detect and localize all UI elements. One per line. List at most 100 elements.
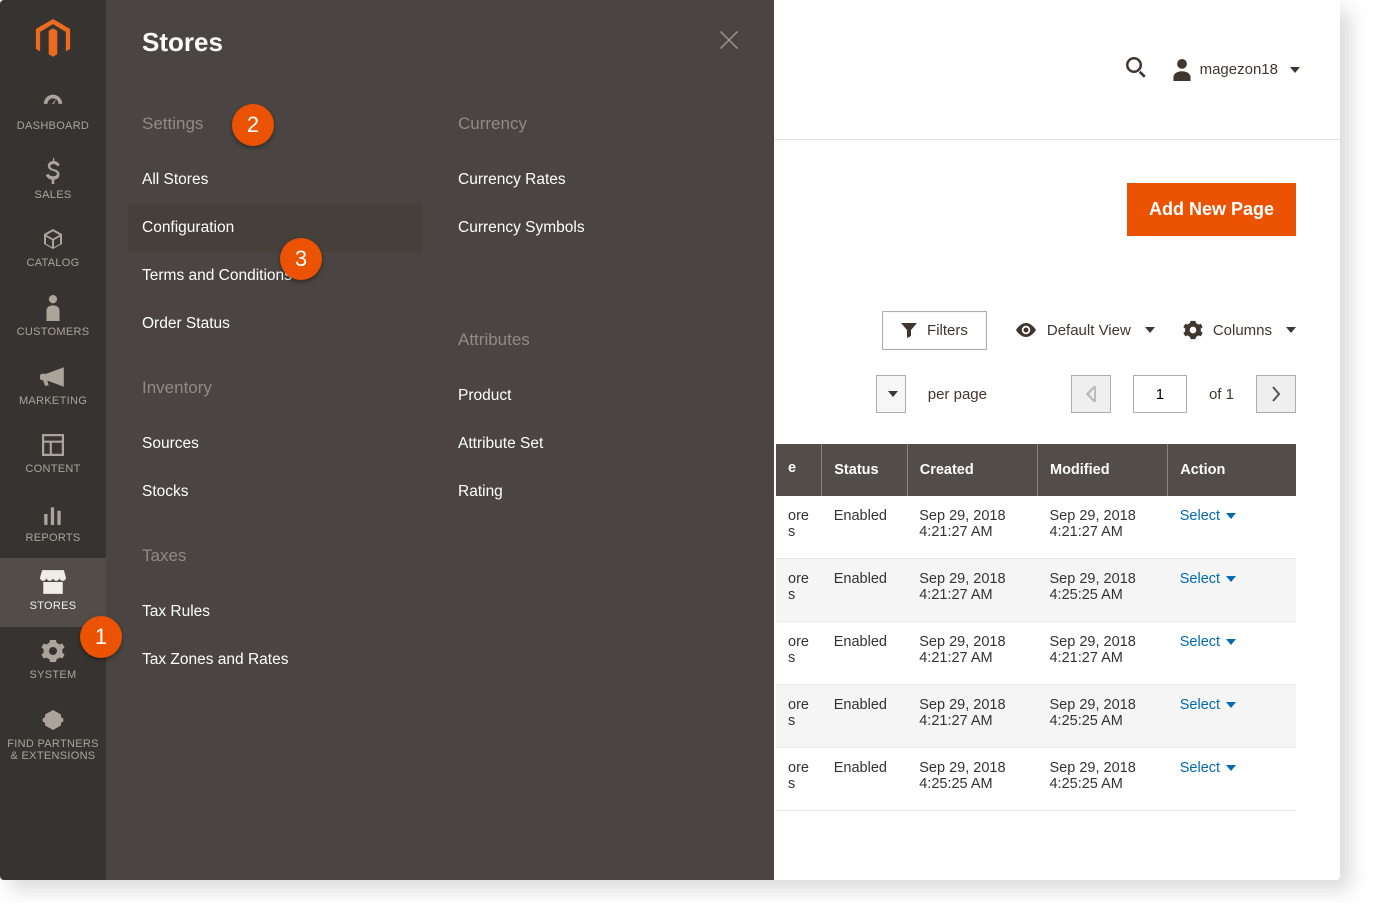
chevron-left-icon <box>1086 386 1096 402</box>
per-page-label: per page <box>928 386 987 403</box>
pager-prev[interactable] <box>1071 375 1111 413</box>
nav-content[interactable]: CONTENT <box>0 421 106 490</box>
columns-control[interactable]: Columns <box>1183 320 1296 340</box>
cell-action: Select <box>1168 622 1296 685</box>
cell-modified: Sep 29, 20184:21:27 AM <box>1037 496 1167 559</box>
cell-modified: Sep 29, 20184:25:25 AM <box>1037 559 1167 622</box>
default-view-control[interactable]: Default View <box>1015 322 1155 339</box>
nav-sales[interactable]: SALES <box>0 147 106 216</box>
magento-logo[interactable] <box>0 0 106 78</box>
nav-marketing[interactable]: MARKETING <box>0 353 106 422</box>
link-attribute-set[interactable]: Attribute Set <box>458 420 738 468</box>
close-icon[interactable] <box>720 29 738 55</box>
flyout-col-1: Settings All Stores Configuration Terms … <box>142 84 422 684</box>
select-action[interactable]: Select <box>1180 634 1236 650</box>
chevron-down-icon <box>888 391 898 397</box>
link-configuration[interactable]: Configuration <box>128 204 422 252</box>
chevron-down-icon <box>1226 576 1236 582</box>
funnel-icon <box>901 322 917 338</box>
annotation-1: 1 <box>80 616 122 658</box>
col-created[interactable]: Created <box>907 444 1037 496</box>
table-row[interactable]: oresEnabledSep 29, 20184:21:27 AMSep 29,… <box>776 622 1296 685</box>
nav-label: CATALOG <box>4 257 102 270</box>
cell-store: ores <box>776 622 822 685</box>
chevron-down-icon <box>1145 327 1155 333</box>
nav-label: SYSTEM <box>4 669 102 682</box>
cell-modified: Sep 29, 20184:21:27 AM <box>1037 622 1167 685</box>
cell-store: ores <box>776 685 822 748</box>
search-icon[interactable] <box>1124 55 1148 84</box>
pager-of-label: of 1 <box>1209 386 1234 403</box>
col-status[interactable]: Status <box>822 444 907 496</box>
link-product[interactable]: Product <box>458 372 738 420</box>
per-page-select[interactable] <box>876 375 906 413</box>
megaphone-icon <box>4 363 102 391</box>
pager-page-input[interactable] <box>1133 375 1187 413</box>
group-taxes: Taxes <box>142 546 422 566</box>
nav-stores[interactable]: STORES <box>0 558 106 627</box>
dashboard-icon <box>4 88 102 116</box>
cell-store: ores <box>776 559 822 622</box>
admin-sidebar: DASHBOARD SALES CATALOG CUSTOMERS MARKET… <box>0 0 106 880</box>
eye-icon <box>1015 322 1037 338</box>
select-action[interactable]: Select <box>1180 760 1236 776</box>
default-view-label: Default View <box>1047 322 1131 339</box>
link-sources[interactable]: Sources <box>142 420 422 468</box>
nav-customers[interactable]: CUSTOMERS <box>0 284 106 353</box>
col-action[interactable]: Action <box>1168 444 1296 496</box>
pager-next[interactable] <box>1256 375 1296 413</box>
filters-label: Filters <box>927 322 968 339</box>
user-menu[interactable]: magezon18 <box>1172 59 1300 81</box>
table-row[interactable]: oresEnabledSep 29, 20184:21:27 AMSep 29,… <box>776 496 1296 559</box>
box-icon <box>4 225 102 253</box>
link-currency-symbols[interactable]: Currency Symbols <box>458 204 738 252</box>
col-store-view[interactable]: e <box>776 444 822 496</box>
filters-button[interactable]: Filters <box>882 311 987 350</box>
link-tax-zones[interactable]: Tax Zones and Rates <box>142 636 422 684</box>
gear-icon <box>1183 320 1203 340</box>
nav-label: FIND PARTNERS & EXTENSIONS <box>4 738 102 763</box>
chevron-right-icon <box>1271 386 1281 402</box>
cell-store: ores <box>776 748 822 811</box>
dollar-icon <box>4 157 102 185</box>
nav-label: DASHBOARD <box>4 120 102 133</box>
person-icon <box>4 294 102 322</box>
link-currency-rates[interactable]: Currency Rates <box>458 156 738 204</box>
cell-action: Select <box>1168 496 1296 559</box>
chevron-down-icon <box>1226 765 1236 771</box>
bar-chart-icon <box>4 500 102 528</box>
link-order-status[interactable]: Order Status <box>142 300 422 348</box>
cell-action: Select <box>1168 685 1296 748</box>
link-stocks[interactable]: Stocks <box>142 468 422 516</box>
table-row[interactable]: oresEnabledSep 29, 20184:21:27 AMSep 29,… <box>776 559 1296 622</box>
nav-label: CONTENT <box>4 463 102 476</box>
link-all-stores[interactable]: All Stores <box>142 156 422 204</box>
cell-status: Enabled <box>822 622 907 685</box>
table-row[interactable]: oresEnabledSep 29, 20184:21:27 AMSep 29,… <box>776 685 1296 748</box>
select-action[interactable]: Select <box>1180 697 1236 713</box>
cell-status: Enabled <box>822 748 907 811</box>
cell-action: Select <box>1168 748 1296 811</box>
nav-label: STORES <box>4 600 102 613</box>
nav-reports[interactable]: REPORTS <box>0 490 106 559</box>
stores-flyout: Stores Settings All Stores Configuration… <box>106 0 774 880</box>
link-rating[interactable]: Rating <box>458 468 738 516</box>
columns-label: Columns <box>1213 322 1272 339</box>
group-attributes: Attributes <box>458 330 738 350</box>
select-action[interactable]: Select <box>1180 571 1236 587</box>
add-new-page-button[interactable]: Add New Page <box>1127 183 1296 236</box>
nav-dashboard[interactable]: DASHBOARD <box>0 78 106 147</box>
nav-partners[interactable]: FIND PARTNERS & EXTENSIONS <box>0 696 106 777</box>
table-row[interactable]: oresEnabledSep 29, 20184:25:25 AMSep 29,… <box>776 748 1296 811</box>
select-action[interactable]: Select <box>1180 508 1236 524</box>
link-tax-rules[interactable]: Tax Rules <box>142 588 422 636</box>
annotation-2: 2 <box>232 104 274 146</box>
puzzle-icon <box>4 706 102 734</box>
cell-modified: Sep 29, 20184:25:25 AM <box>1037 685 1167 748</box>
cell-created: Sep 29, 20184:21:27 AM <box>907 496 1037 559</box>
pages-grid: e Status Created Modified Action oresEna… <box>776 444 1296 811</box>
col-modified[interactable]: Modified <box>1037 444 1167 496</box>
chevron-down-icon <box>1226 639 1236 645</box>
nav-label: REPORTS <box>4 532 102 545</box>
nav-catalog[interactable]: CATALOG <box>0 215 106 284</box>
